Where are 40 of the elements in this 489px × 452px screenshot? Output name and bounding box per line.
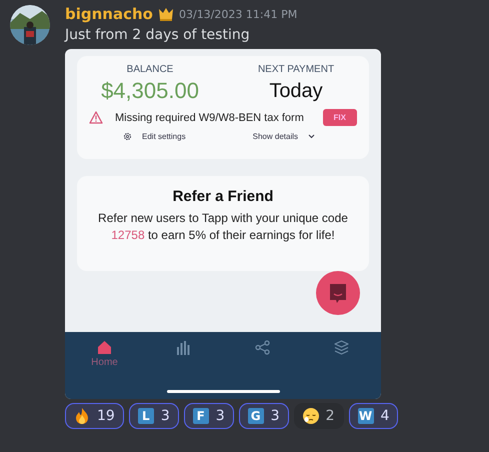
- reaction-count: 3: [160, 408, 170, 424]
- reaction-count: 2: [326, 408, 335, 424]
- next-payment-value: Today: [269, 79, 323, 104]
- reaction-button[interactable]: L 3: [128, 403, 179, 429]
- letter-emoji: F: [192, 408, 209, 424]
- chevron-down-icon: [308, 134, 315, 139]
- reaction-count: 3: [216, 408, 225, 424]
- reaction-button[interactable]: G 3: [238, 403, 289, 429]
- bar-chart-icon: [176, 340, 191, 355]
- reaction-button[interactable]: W 4: [348, 403, 398, 429]
- details-link[interactable]: Show details: [252, 132, 315, 141]
- home-icon: [97, 340, 112, 355]
- alert-text: Missing required W9/W8-BEN tax form: [115, 112, 305, 124]
- share-icon: [255, 340, 270, 355]
- letter-emoji: G: [248, 408, 264, 424]
- reaction-button[interactable]: 2: [294, 403, 344, 429]
- warning-icon: [89, 111, 103, 124]
- fire-icon: [74, 408, 90, 424]
- crown-icon: [158, 7, 174, 21]
- letter-emoji: L: [138, 408, 154, 424]
- reaction-count: 19: [97, 408, 115, 424]
- next-payment-label: NEXT PAYMENT: [258, 63, 334, 77]
- reaction-button[interactable]: 19: [65, 403, 124, 429]
- username[interactable]: bignnacho: [65, 5, 153, 23]
- reaction-button[interactable]: F 3: [184, 403, 234, 429]
- reaction-count: 3: [270, 408, 280, 424]
- reaction-count: 4: [380, 408, 390, 424]
- chat-icon: [328, 282, 348, 304]
- settings-icon: [123, 132, 132, 141]
- settings-link[interactable]: Edit settings: [123, 132, 186, 141]
- timestamp: 03/13/2023 11:41 PM: [178, 8, 298, 20]
- balance-value: $4,305.00: [101, 77, 199, 105]
- chat-button[interactable]: [316, 271, 360, 315]
- balance-label: BALANCE: [126, 63, 174, 77]
- referral-title: Refer a Friend: [172, 187, 274, 207]
- layers-icon: [334, 340, 349, 355]
- message-text: Just from 2 days of testing: [65, 26, 251, 45]
- referral-text: Refer new users to Tapp with your unique code 12758 to earn 5% of their earnings for life!: [97, 210, 349, 244]
- letter-emoji: W: [358, 408, 374, 424]
- sleepy-face-icon: [302, 408, 319, 424]
